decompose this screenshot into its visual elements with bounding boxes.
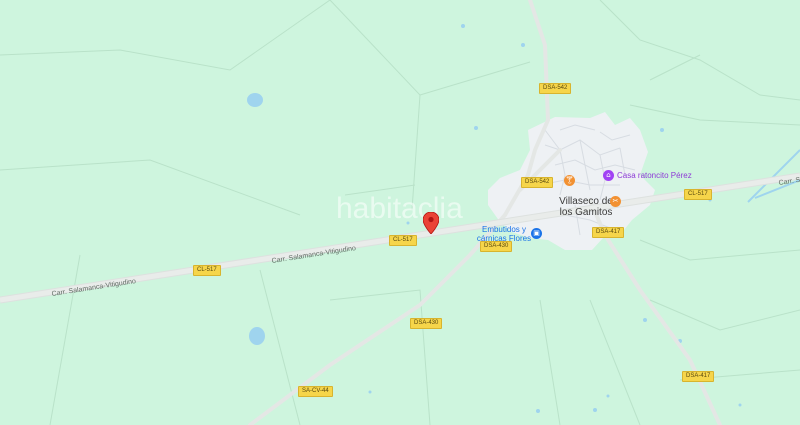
road-shield-cl-517-mid: CL-517: [389, 235, 417, 246]
water-bodies: [247, 24, 742, 413]
fork-knife-icon[interactable]: ✂︎: [610, 196, 621, 207]
museum-icon[interactable]: ⌂: [603, 170, 614, 181]
poi-embutidos-carnicas-flores[interactable]: Embutidos y cárnicas Flores: [474, 225, 534, 243]
cocktail-icon[interactable]: 🍸︎: [564, 175, 575, 186]
town-label-line2: los Gamitos: [559, 207, 613, 218]
road-shield-dsa-417-south: DSA-417: [682, 371, 715, 382]
road-shield-dsa-542-town: DSA-542: [521, 177, 554, 188]
poi-butcher-line2: cárnicas Flores: [476, 234, 532, 243]
town-label-line1: Villaseco de: [559, 196, 613, 207]
secondary-roads: [248, 0, 722, 425]
shopping-bag-icon[interactable]: ▣: [531, 228, 542, 239]
location-pin-icon[interactable]: [423, 212, 439, 234]
road-shield-dsa-417-town: DSA-417: [592, 227, 625, 238]
road-shield-cl-517-right: CL-517: [684, 189, 712, 200]
poi-butcher-line1: Embutidos y: [481, 225, 527, 234]
town-label: Villaseco de los Gamitos: [536, 196, 636, 218]
watermark: habitaclia: [336, 192, 463, 225]
road-shield-sa-cv-44: SA-CV-44: [298, 386, 333, 397]
map-canvas[interactable]: Carr. Salamanca-Vitigudino Carr. Salaman…: [0, 0, 800, 425]
road-shield-dsa-542-top: DSA-542: [539, 83, 572, 94]
poi-casa-ratoncito-perez[interactable]: Casa ratoncito Pérez: [617, 171, 692, 180]
road-shield-cl-517-left: CL-517: [193, 265, 221, 276]
road-shield-dsa-430-south: DSA-430: [410, 318, 443, 329]
